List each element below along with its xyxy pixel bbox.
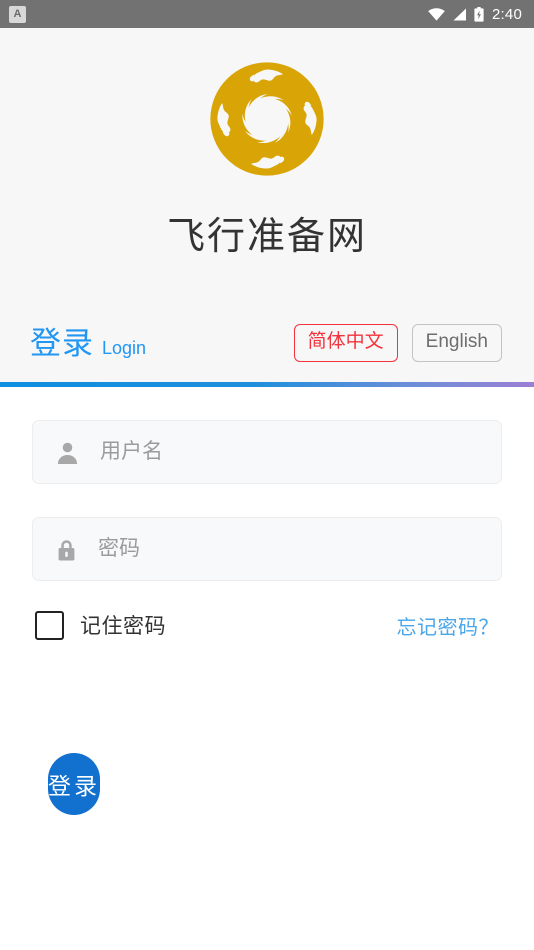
forgot-password-link[interactable]: 忘记密码？ <box>397 611 500 640</box>
login-button[interactable]: 登录 <box>48 753 100 815</box>
user-icon <box>55 440 80 465</box>
login-screen: A 2:40 飞行准备网 登录 Login 简体中文 English 用户名 记… <box>0 0 534 950</box>
remember-password-checkbox[interactable] <box>35 610 64 640</box>
password-field[interactable] <box>32 517 502 581</box>
app-notification-icon: A <box>9 5 26 23</box>
tab-login[interactable]: 登录 Login <box>30 328 294 359</box>
remember-password-control[interactable]: 记住密码 <box>35 610 166 640</box>
language-button-english[interactable]: English <box>411 324 502 362</box>
form-spacer <box>32 647 502 753</box>
logo-container <box>0 55 534 183</box>
page-title: 飞行准备网 <box>166 216 367 258</box>
tab-and-language-row: 登录 Login 简体中文 English <box>0 304 534 382</box>
login-form: 记住密码 忘记密码？ 登录 <box>0 387 534 950</box>
status-bar-clock: 2:40 <box>492 5 522 23</box>
password-input[interactable] <box>98 518 479 580</box>
battery-icon <box>474 6 484 22</box>
login-button-container: 登录 <box>32 753 502 950</box>
cellular-signal-icon <box>452 8 467 21</box>
language-switcher: 简体中文 English <box>293 324 502 362</box>
sunbird-sun-emblem-logo <box>208 60 326 178</box>
wifi-icon <box>428 7 445 21</box>
username-field[interactable] <box>32 420 502 484</box>
status-bar-right: 2:40 <box>428 6 522 23</box>
lock-icon <box>55 537 78 562</box>
language-button-simplified-chinese[interactable]: 简体中文 <box>293 324 398 362</box>
remember-password-label: 记住密码 <box>80 615 166 638</box>
form-options-row: 记住密码 忘记密码？ <box>32 603 502 647</box>
tab-login-label-en: Login <box>102 337 147 358</box>
status-bar-left: A <box>9 5 26 23</box>
status-bar: A 2:40 <box>0 0 534 28</box>
brand-panel: 飞行准备网 登录 Login 简体中文 English <box>0 28 534 382</box>
username-input[interactable] <box>100 421 479 483</box>
tab-login-label-cn: 登录 <box>30 325 94 361</box>
